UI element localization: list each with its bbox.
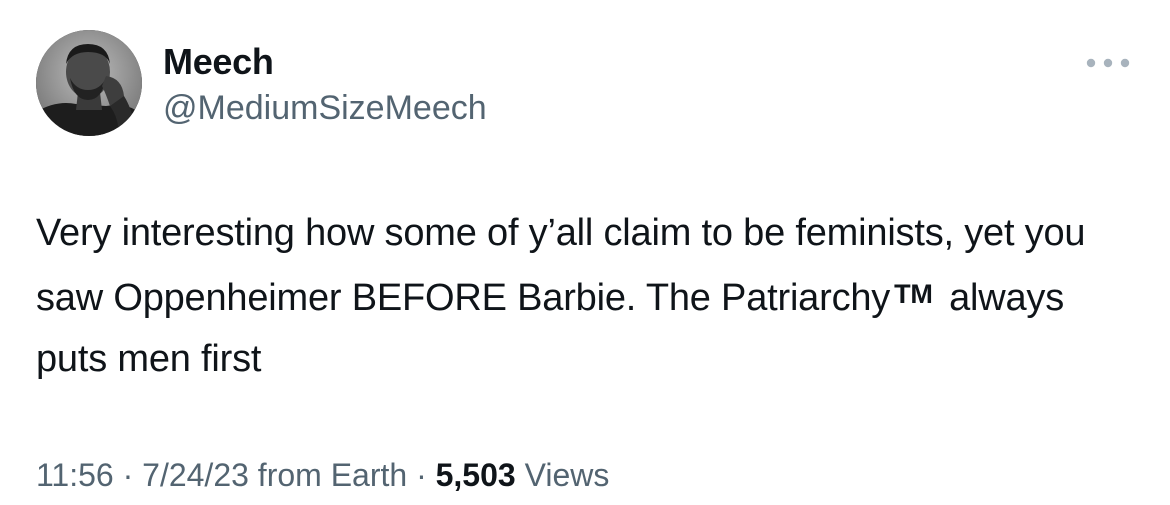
tweet-date[interactable]: 7/24/23 [142, 457, 249, 493]
author-handle[interactable]: @MediumSizeMeech [163, 87, 487, 129]
trademark-symbol: TM [894, 279, 933, 309]
meta-separator: · [407, 457, 436, 493]
views-label: Views [515, 457, 610, 493]
author-name[interactable]: Meech [163, 40, 274, 84]
tweet-source: from Earth [248, 457, 408, 493]
more-horizontal-icon [1086, 58, 1130, 68]
avatar[interactable] [36, 30, 142, 136]
tweet-meta: 11:56 · 7/24/23 from Earth · 5,503 Views [36, 455, 609, 495]
meta-separator: · [113, 457, 143, 493]
views-count[interactable]: 5,503 [436, 457, 516, 493]
tweet-card: Meech @MediumSizeMeech Very interesting … [0, 0, 1170, 505]
tweet-text: Very interesting how some of y’all claim… [36, 203, 1136, 390]
avatar-photo [36, 30, 142, 136]
more-options-button[interactable] [1082, 48, 1136, 78]
tweet-time[interactable]: 11:56 [36, 457, 114, 493]
